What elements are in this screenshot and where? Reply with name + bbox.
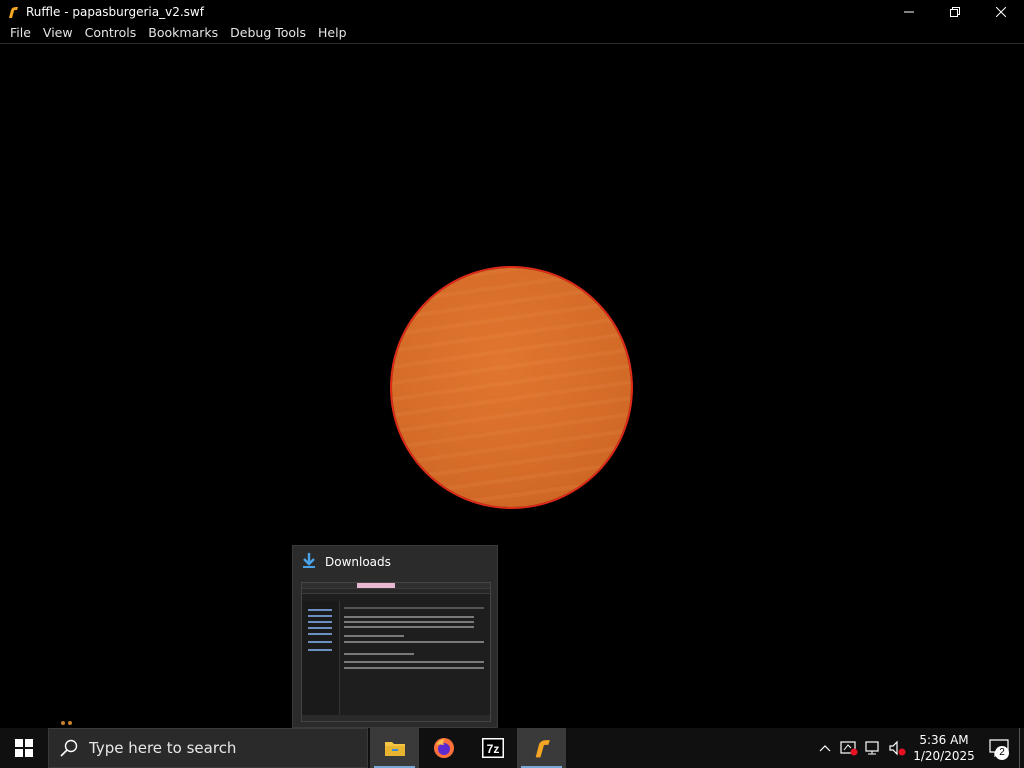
minimize-icon [904,11,914,12]
firefox-icon [433,738,454,758]
search-input[interactable] [89,739,349,757]
title-bar: Ruffle - papasburgeria_v2.swf [0,0,1024,23]
orange-circle[interactable] [392,268,631,507]
ruffle-icon [535,740,550,758]
restore-icon [950,6,960,17]
minimize-button[interactable] [886,0,932,23]
action-center-button[interactable]: 2 [979,728,1019,768]
menu-help[interactable]: Help [312,23,353,43]
close-icon [996,6,1006,17]
menu-controls[interactable]: Controls [79,23,143,43]
svg-text:7z: 7z [486,742,499,756]
ruffle-icon [5,4,21,20]
taskbar-7zip[interactable]: 7z [468,728,517,768]
menu-view[interactable]: View [37,23,79,43]
taskbar-clock[interactable]: 5:36 AM 1/20/2025 [909,732,979,764]
taskbar-firefox[interactable] [419,728,468,768]
file-explorer-icon [384,742,405,756]
tray-security-icon-button[interactable] [837,728,861,768]
windows-logo-icon [15,739,33,757]
notification-count: 2 [995,746,1009,760]
tray-network-button[interactable] [861,728,885,768]
show-desktop-button[interactable] [1019,728,1024,768]
window-title: Ruffle - papasburgeria_v2.swf [26,4,204,19]
thumbnail-title: Downloads [325,555,391,569]
tray-volume-button[interactable] [885,728,909,768]
taskbar-file-explorer[interactable] [370,728,419,768]
network-icon [865,741,879,755]
download-arrow-icon [301,552,317,573]
restore-button[interactable] [932,0,978,23]
close-button[interactable] [978,0,1024,23]
taskbar: 7z 5:36 AM 1/20/2025 [0,728,1024,768]
menu-file[interactable]: File [4,23,37,43]
menu-debug-tools[interactable]: Debug Tools [224,23,312,43]
clock-date: 1/20/2025 [913,749,975,763]
menu-bar: File View Controls Bookmarks Debug Tools… [0,23,1024,44]
taskbar-search-box[interactable] [48,728,368,768]
explorer-window-preview [301,582,491,722]
taskbar-thumbnail-preview[interactable]: Downloads [292,545,498,728]
7zip-icon: 7z [481,738,504,758]
search-icon [49,739,89,757]
volume-muted-icon [889,740,906,756]
show-hidden-icons-button[interactable] [813,728,837,768]
chevron-up-icon [819,745,831,752]
clock-time: 5:36 AM [919,733,969,747]
flash-content-area[interactable] [0,45,1024,728]
taskbar-ruffle[interactable] [517,728,566,768]
start-button[interactable] [0,728,48,768]
loading-dots [61,721,73,725]
menu-bookmarks[interactable]: Bookmarks [142,23,224,43]
security-alert-icon [840,741,858,756]
